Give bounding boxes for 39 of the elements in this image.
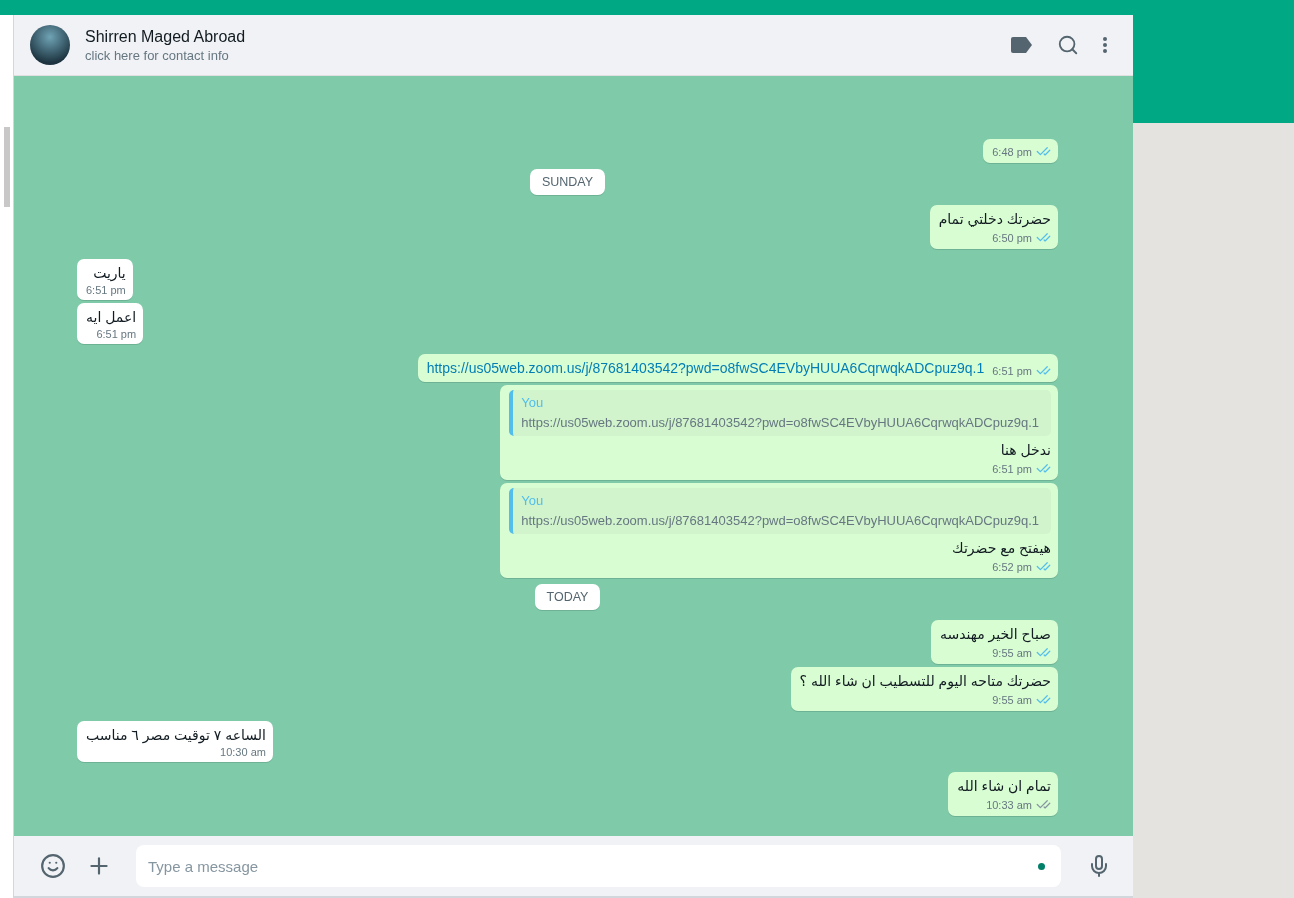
message-text: تمام ان شاء الله bbox=[957, 777, 1051, 796]
message-text: حضرتك متاحه اليوم للتسطيب ان شاء الله ؟ bbox=[799, 672, 1051, 691]
message-time: 10:30 am bbox=[220, 746, 266, 758]
message-time: 6:52 pm bbox=[992, 560, 1032, 573]
message-input[interactable]: Type a message bbox=[136, 845, 1061, 887]
message-text: اعمل ايه bbox=[86, 308, 137, 327]
message-text: صباح الخير مهندسه bbox=[939, 625, 1051, 644]
smiley-icon bbox=[40, 853, 66, 879]
quote-text: https://us05web.zoom.us/j/87681403542?pwd=o8fwSC4EVbyHUUA6CqrwqkADCpuz9q.1 bbox=[521, 513, 1039, 528]
message-text: هيفتح مع حضرتك bbox=[952, 539, 1051, 558]
message-time: 6:48 pm bbox=[992, 145, 1032, 158]
menu-icon bbox=[1103, 37, 1107, 53]
message-time: 6:50 pm bbox=[992, 231, 1032, 244]
message-time: 9:55 am bbox=[992, 693, 1032, 706]
message-text: حضرتك دخلتي تمام bbox=[938, 210, 1051, 229]
dot-icon bbox=[1038, 863, 1045, 870]
avatar-photo[interactable] bbox=[30, 25, 70, 65]
contact-name[interactable]: Shirren Maged Abroad bbox=[85, 27, 990, 46]
message-time: 10:33 am bbox=[986, 798, 1032, 811]
message-text: ياريت bbox=[93, 264, 126, 283]
message-link[interactable]: https://us05web.zoom.us/j/87681403542?pwd=o8fwSC4EVbyHUUA6CqrwqkADCpuz9q.1 bbox=[426, 359, 985, 378]
quote-author: You bbox=[521, 493, 545, 508]
quoted-message[interactable]: You https://us05web.zoom.us/j/87681403542?pwd=o8fwSC4EVbyHUUA6CqrwqkADCpuz9q.1 bbox=[509, 488, 1051, 534]
search-icon bbox=[1057, 34, 1079, 56]
date-divider: TODAY bbox=[534, 584, 601, 610]
message-text: الساعه ٧ توقيت مصر ٦ مناسب bbox=[86, 726, 266, 745]
message-time: 6:51 pm bbox=[96, 328, 137, 340]
label-icon bbox=[1011, 37, 1033, 53]
scrollbar-thumb[interactable] bbox=[3, 127, 10, 207]
date-divider: SUNDAY bbox=[529, 169, 606, 195]
quote-author: You bbox=[521, 395, 545, 410]
quoted-message[interactable]: You https://us05web.zoom.us/j/87681403542?pwd=o8fwSC4EVbyHUUA6CqrwqkADCpuz9q.1 bbox=[509, 390, 1051, 436]
quote-text: https://us05web.zoom.us/j/87681403542?pwd=o8fwSC4EVbyHUUA6CqrwqkADCpuz9q.1 bbox=[521, 415, 1039, 430]
message-time: 9:55 am bbox=[992, 646, 1032, 659]
message-time: 6:51 pm bbox=[992, 364, 1032, 377]
message-text: ندخل هنا bbox=[1000, 441, 1051, 460]
contact-status[interactable]: click here for contact info bbox=[85, 47, 990, 63]
message-time: 6:51 pm bbox=[86, 284, 126, 296]
message-time: 6:51 pm bbox=[992, 462, 1032, 475]
